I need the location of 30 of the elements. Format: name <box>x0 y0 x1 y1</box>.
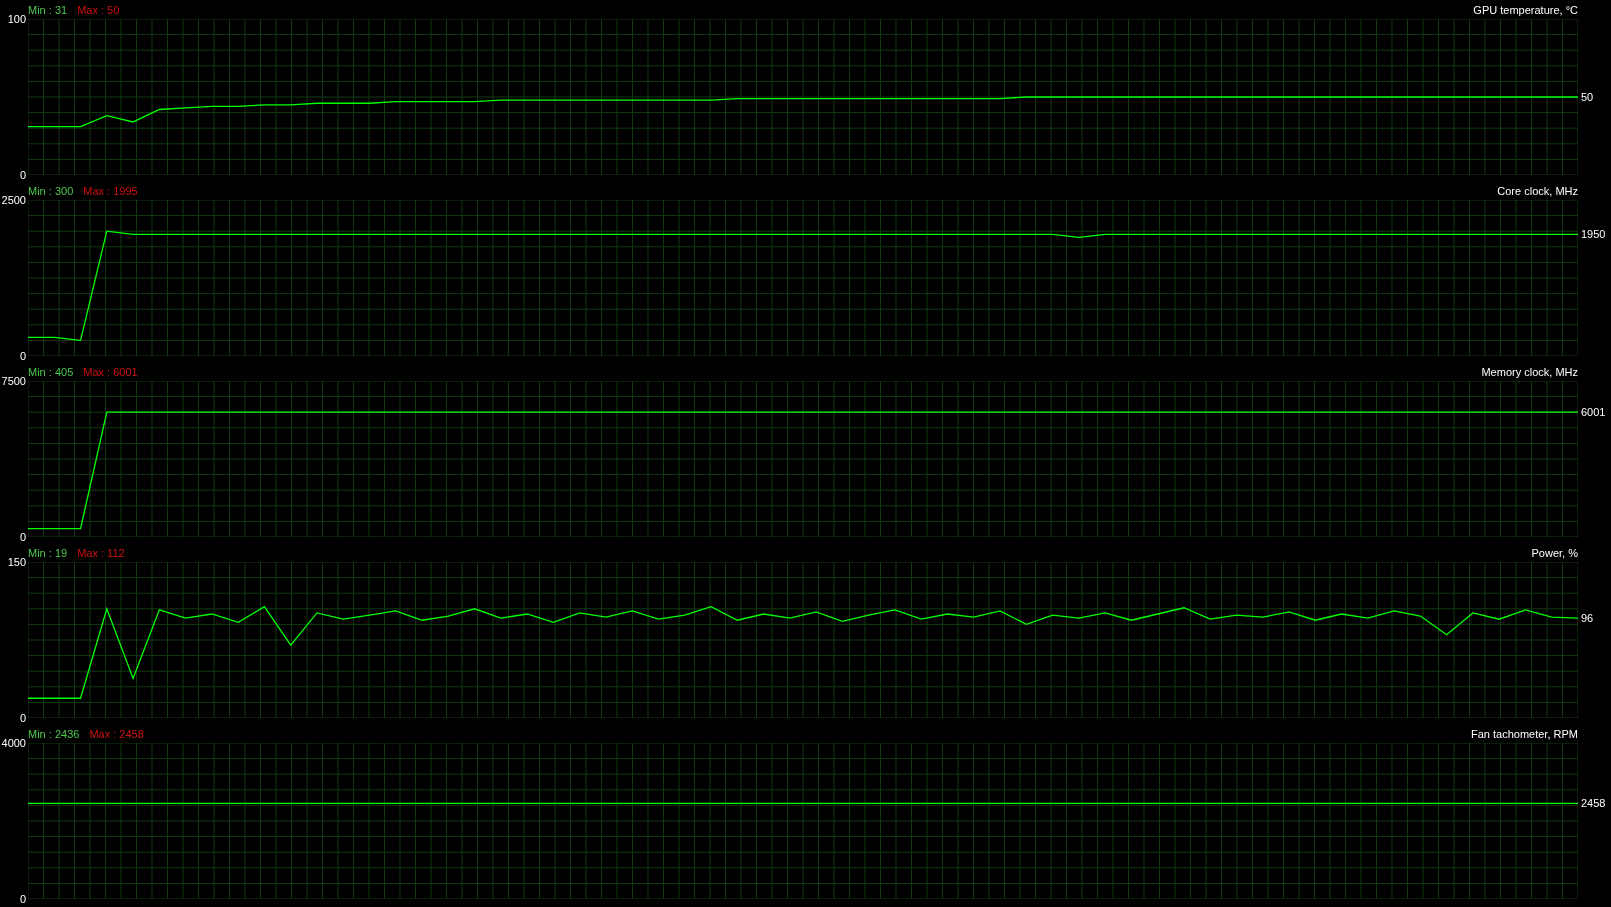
y-axis-label: 100 <box>7 13 26 25</box>
current-value: 6001 <box>1581 406 1606 418</box>
y-axis-label: 0 <box>19 893 26 905</box>
y-axis-label: 0 <box>19 531 26 543</box>
min-reading: Min : 2436 <box>28 727 80 740</box>
current-value: 2458 <box>1581 797 1606 809</box>
max-reading: Max : 1995 <box>83 184 138 197</box>
y-axis-label: 7500 <box>1 375 26 387</box>
y-axis-label: 2500 <box>1 194 26 206</box>
min-reading: Min : 31 <box>28 3 68 16</box>
current-value: 1950 <box>1581 228 1606 240</box>
min-reading: Min : 300 <box>28 184 74 197</box>
min-reading: Min : 405 <box>28 365 74 378</box>
min-reading: Min : 19 <box>28 546 68 559</box>
current-value: 96 <box>1581 612 1594 624</box>
y-axis-label: 0 <box>19 350 26 362</box>
graph-title: GPU temperature, °C <box>1473 3 1578 16</box>
graph-title: Power, % <box>1531 546 1578 559</box>
graph-title: Fan tachometer, RPM <box>1471 727 1578 740</box>
max-reading: Max : 6001 <box>83 365 138 378</box>
y-axis-label: 0 <box>19 712 26 724</box>
max-reading: Max : 2458 <box>89 727 144 740</box>
y-axis-label: 4000 <box>1 737 26 749</box>
max-reading: Max : 50 <box>77 3 120 16</box>
current-value: 50 <box>1581 91 1594 103</box>
max-reading: Max : 112 <box>77 546 125 559</box>
graph-title: Memory clock, MHz <box>1481 365 1578 378</box>
y-axis-label: 0 <box>19 169 26 181</box>
graph-title: Core clock, MHz <box>1497 184 1578 197</box>
y-axis-label: 150 <box>7 556 26 568</box>
